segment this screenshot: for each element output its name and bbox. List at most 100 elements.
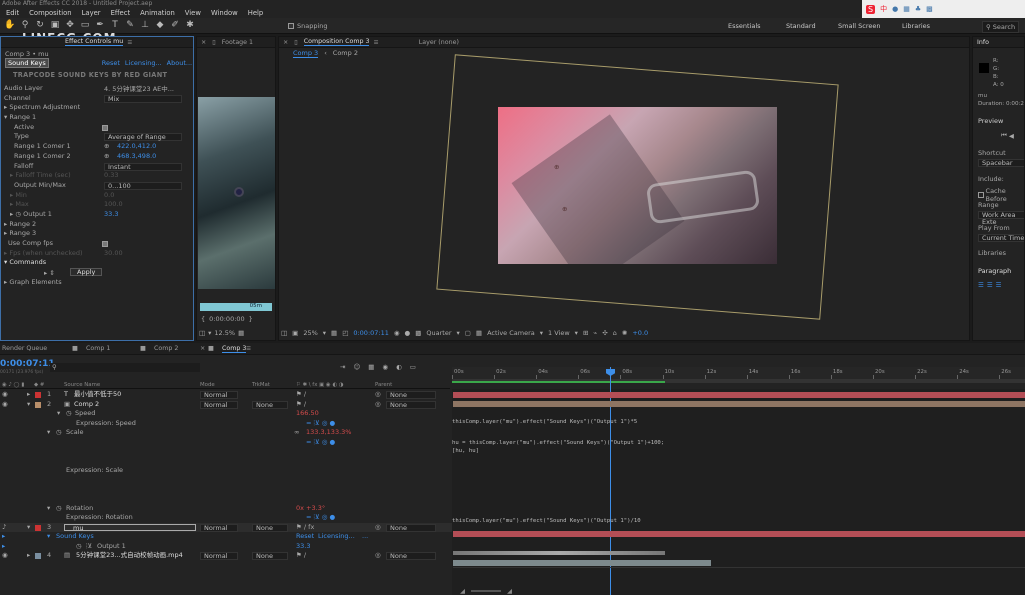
layer-3-bar[interactable] bbox=[453, 531, 1025, 537]
mode-dropdown[interactable]: Normal bbox=[200, 391, 238, 399]
graph-icon[interactable]: ⦙⊻ bbox=[86, 542, 92, 552]
output-1-value[interactable]: 33.3 bbox=[104, 210, 118, 220]
grid-icon[interactable]: ▦ bbox=[238, 329, 244, 337]
paragraph-tab[interactable]: Paragraph bbox=[978, 267, 1011, 275]
expr-switches-icon[interactable]: = ⦙⊻ ◎ ● bbox=[306, 513, 335, 523]
zoom-slider[interactable] bbox=[471, 590, 501, 592]
layer-2-bar[interactable] bbox=[453, 401, 1025, 407]
lock-icon[interactable]: ▯ bbox=[212, 39, 215, 46]
close-icon[interactable]: ■ bbox=[72, 345, 78, 352]
puppet-tool-icon[interactable]: ✱ bbox=[184, 20, 196, 30]
tab-comp-1[interactable]: Comp 1 bbox=[86, 345, 110, 352]
collapse-arrow-icon[interactable]: ▾ bbox=[47, 532, 50, 542]
tab-render-queue[interactable]: Render Queue bbox=[2, 345, 47, 352]
mode-dropdown[interactable]: Normal bbox=[200, 552, 238, 560]
brush-tool-icon[interactable]: ✎ bbox=[124, 20, 136, 30]
tab-comp-3[interactable]: Comp 3 bbox=[222, 345, 247, 353]
effect-more-link[interactable]: ... bbox=[362, 532, 368, 542]
search-help-box[interactable]: ⚲ Search bbox=[982, 21, 1020, 33]
output-value[interactable]: 33.3 bbox=[296, 542, 310, 552]
layer-row-3[interactable]: ♪ ▾ 3 mu Normal None ⚑ / fx ◎ None bbox=[0, 522, 452, 533]
label-color[interactable] bbox=[35, 553, 41, 559]
roto-brush-tool-icon[interactable]: ✐ bbox=[169, 20, 181, 30]
collapse-arrow-icon[interactable]: ▾ bbox=[47, 428, 50, 438]
menu-animation[interactable]: Animation bbox=[140, 9, 175, 17]
apply-button[interactable]: Apply bbox=[70, 268, 103, 277]
prop-speed-row[interactable]: ▾ ◷ Speed 166.50 bbox=[0, 409, 452, 419]
ime-zh-icon[interactable]: 中 bbox=[880, 4, 887, 14]
align-center-icon[interactable]: ☰ bbox=[987, 281, 993, 289]
prop-spectrum-adjustment[interactable]: ▸ Spectrum Adjustment bbox=[4, 103, 193, 113]
mode-dropdown[interactable]: Normal bbox=[200, 523, 238, 532]
layer-row-4[interactable]: ◉ ▸ 4 ▤ 5分钟课堂23...式自动校帧动画.mp4 Normal Non… bbox=[0, 551, 452, 561]
expr-switches-icon[interactable]: = ⦙⊻ ◎ ● bbox=[306, 438, 335, 448]
type-dropdown[interactable]: Average of Range bbox=[104, 133, 182, 142]
col-parent[interactable]: Parent bbox=[375, 382, 392, 388]
region-icon[interactable]: ◰ bbox=[342, 329, 348, 337]
rectangle-tool-icon[interactable]: ▭ bbox=[79, 20, 91, 30]
keyframe-nav-icon[interactable]: ▸ bbox=[2, 542, 5, 552]
layer-name[interactable]: 5分钟课堂23...式自动校帧动画.mp4 bbox=[76, 551, 183, 561]
lock-icon[interactable]: ▯ bbox=[294, 39, 297, 46]
composition-viewer[interactable]: ⊕ ⊕ bbox=[498, 107, 777, 264]
mic-icon[interactable]: ● bbox=[892, 5, 898, 13]
time-ruler[interactable]: 00s 02s 04s 06s 08s 10s 12s 14s 16s 18s 20s 22s 24s 2… bbox=[452, 367, 1025, 383]
align-right-icon[interactable]: ☰ bbox=[996, 281, 1002, 289]
prop-range-1[interactable]: ▾ Range 1 bbox=[4, 113, 193, 123]
preview-header[interactable]: Preview bbox=[978, 117, 1003, 125]
libraries-tab[interactable]: Libraries bbox=[978, 249, 1006, 257]
fx-switch-icon[interactable]: ⚑ / fx bbox=[296, 523, 314, 533]
workspace-libraries[interactable]: Libraries bbox=[902, 22, 930, 30]
camera-dropdown[interactable]: Active Camera bbox=[487, 329, 535, 337]
zoom-in-icon[interactable]: ◢ bbox=[507, 587, 512, 595]
workspace-standard[interactable]: Standard bbox=[786, 22, 816, 30]
grid-icon[interactable]: ▦ bbox=[331, 329, 337, 337]
menu-help[interactable]: Help bbox=[248, 9, 264, 17]
stopwatch-icon[interactable]: ◷ bbox=[56, 428, 62, 438]
clone-stamp-tool-icon[interactable]: ⊥ bbox=[139, 20, 151, 30]
timeline-search[interactable]: ⚲ bbox=[50, 363, 200, 372]
sogou-icon[interactable]: S bbox=[866, 4, 876, 14]
parent-pickwhip-icon[interactable]: ◎ bbox=[375, 523, 381, 533]
flowchart-icon[interactable]: ✣ bbox=[602, 329, 607, 337]
col-source-name[interactable]: Source Name bbox=[64, 382, 100, 388]
bracket-out-icon[interactable]: } bbox=[249, 315, 253, 323]
keyboard-icon[interactable]: ▦ bbox=[903, 5, 910, 13]
layer-name[interactable]: Comp 2 bbox=[74, 400, 99, 410]
footage-viewer[interactable] bbox=[198, 97, 275, 289]
grid-icon[interactable]: ▩ bbox=[926, 5, 933, 13]
transparency-icon[interactable]: ▦ bbox=[476, 329, 482, 337]
close-icon[interactable]: ■ bbox=[140, 345, 146, 352]
tab-comp-2[interactable]: Comp 2 bbox=[154, 345, 178, 352]
range-dropdown[interactable]: Work Area Exte bbox=[978, 211, 1024, 226]
about-link[interactable]: About... bbox=[167, 59, 192, 67]
panel-menu-icon[interactable]: ≡ bbox=[246, 345, 251, 352]
parent-dropdown[interactable]: None bbox=[386, 400, 436, 409]
workspace-essentials[interactable]: Essentials bbox=[728, 22, 761, 30]
expand-arrow-icon[interactable]: ▸ bbox=[27, 551, 30, 561]
graph-icon[interactable]: ▭ bbox=[410, 363, 416, 371]
trkmat-dropdown[interactable]: None bbox=[252, 400, 288, 409]
visibility-eye-icon[interactable]: ◉ bbox=[2, 390, 8, 400]
shy-switch-icon[interactable]: ⚑ / bbox=[296, 390, 306, 400]
motion-blur-icon[interactable]: ◉ bbox=[382, 363, 388, 371]
transparency-grid-icon[interactable]: ▩ bbox=[415, 329, 421, 337]
stopwatch-icon[interactable]: ◷ bbox=[76, 542, 82, 552]
visibility-eye-icon[interactable]: ◉ bbox=[2, 551, 8, 561]
parent-pickwhip-icon[interactable]: ◎ bbox=[375, 551, 381, 561]
range-corner-1-handle[interactable]: ⊕ bbox=[554, 163, 559, 171]
snapshot-icon[interactable]: ◉ bbox=[394, 329, 400, 337]
layer-1-bar[interactable] bbox=[453, 392, 1025, 398]
licensing-link[interactable]: Licensing... bbox=[125, 59, 162, 67]
eraser-tool-icon[interactable]: ◆ bbox=[154, 20, 166, 30]
parent-pickwhip-icon[interactable]: ◎ bbox=[375, 400, 381, 410]
layer-row-2[interactable]: ◉ ▾ 2 ▣ Comp 2 Normal None ⚑ / ◎ None bbox=[0, 400, 452, 410]
prop-scale-row[interactable]: ▾ ◷ Scale ∞ 133.3,133.3% bbox=[0, 428, 452, 438]
bracket-in-icon[interactable]: { bbox=[201, 315, 205, 323]
pen-tool-icon[interactable]: ✒ bbox=[94, 20, 106, 30]
menu-layer[interactable]: Layer bbox=[82, 9, 101, 17]
parent-dropdown[interactable]: None bbox=[386, 552, 436, 560]
graph-editor-icon[interactable]: ◐ bbox=[396, 363, 402, 371]
pan-behind-tool-icon[interactable]: ✥ bbox=[64, 20, 76, 30]
tab-layer[interactable]: Layer (none) bbox=[419, 39, 459, 46]
